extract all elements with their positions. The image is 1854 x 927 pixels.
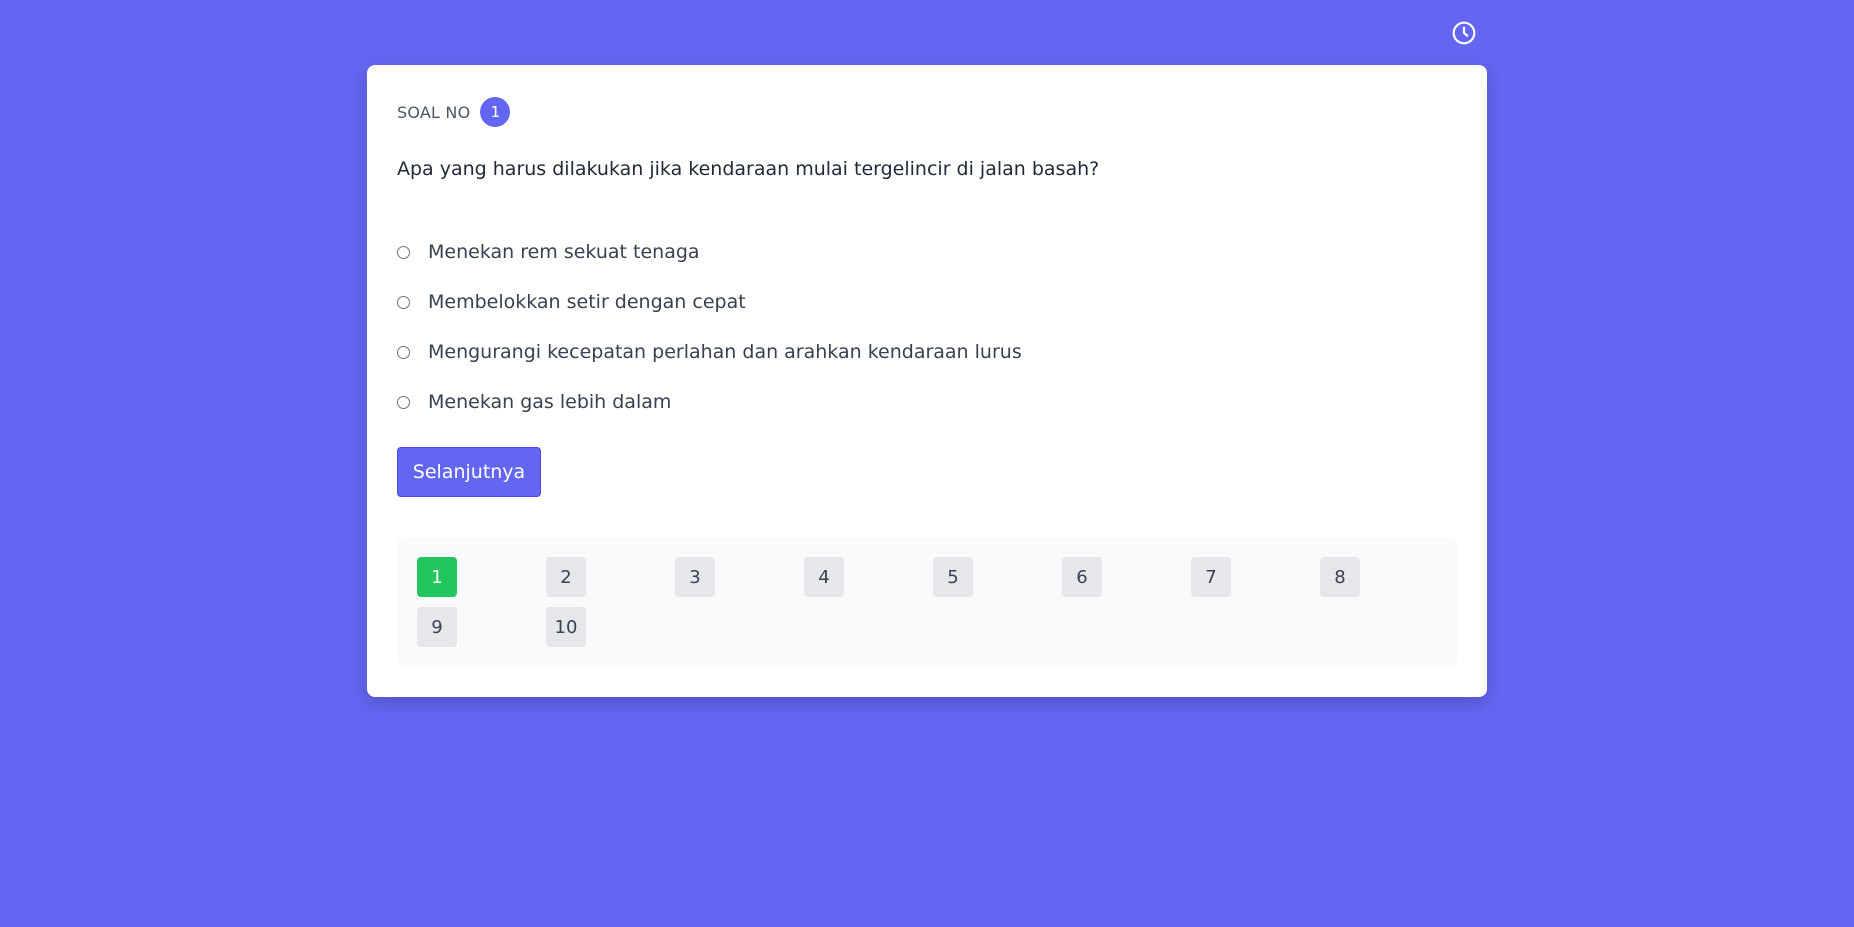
clock-icon — [1452, 21, 1476, 45]
question-navigation-grid: 1 2 3 4 5 6 7 8 9 10 — [417, 557, 1449, 657]
question-nav-item[interactable]: 8 — [1320, 557, 1360, 597]
question-number-badge: 1 — [480, 97, 511, 127]
answer-radio[interactable] — [397, 345, 410, 359]
question-nav-item[interactable]: 2 — [546, 557, 586, 597]
question-nav-item[interactable]: 6 — [1062, 557, 1102, 597]
answer-radio[interactable] — [397, 245, 410, 259]
question-nav-item[interactable]: 5 — [933, 557, 973, 597]
question-navigation-panel: 1 2 3 4 5 6 7 8 9 10 — [397, 537, 1457, 667]
answer-option[interactable]: Menekan rem sekuat tenaga — [397, 227, 1022, 277]
question-text: Apa yang harus dilakukan jika kendaraan … — [397, 158, 1100, 180]
question-nav-item[interactable]: 3 — [675, 557, 715, 597]
quiz-card: SOAL NO 1 Apa yang harus dilakukan jika … — [367, 65, 1487, 697]
question-number-label: SOAL NO — [397, 102, 471, 122]
question-nav-item[interactable]: 4 — [804, 557, 844, 597]
answer-option[interactable]: Mengurangi kecepatan perlahan dan arahka… — [397, 327, 1022, 377]
answer-option-label: Menekan gas lebih dalam — [428, 391, 672, 413]
timer-button[interactable] — [1451, 20, 1477, 46]
answer-option-label: Menekan rem sekuat tenaga — [428, 241, 700, 263]
question-nav-item[interactable]: 7 — [1191, 557, 1231, 597]
answer-option-label: Mengurangi kecepatan perlahan dan arahka… — [428, 341, 1022, 363]
answer-option-label: Membelokkan setir dengan cepat — [428, 291, 746, 313]
question-nav-item-active[interactable]: 1 — [417, 557, 457, 597]
answer-option[interactable]: Menekan gas lebih dalam — [397, 377, 1022, 427]
question-header: SOAL NO 1 — [397, 97, 511, 127]
answer-options: Menekan rem sekuat tenaga Membelokkan se… — [397, 227, 1022, 427]
answer-option[interactable]: Membelokkan setir dengan cepat — [397, 277, 1022, 327]
question-nav-item[interactable]: 9 — [417, 607, 457, 647]
next-button[interactable]: Selanjutnya — [397, 447, 541, 497]
answer-radio[interactable] — [397, 395, 410, 409]
question-nav-item[interactable]: 10 — [546, 607, 586, 647]
answer-radio[interactable] — [397, 295, 410, 309]
